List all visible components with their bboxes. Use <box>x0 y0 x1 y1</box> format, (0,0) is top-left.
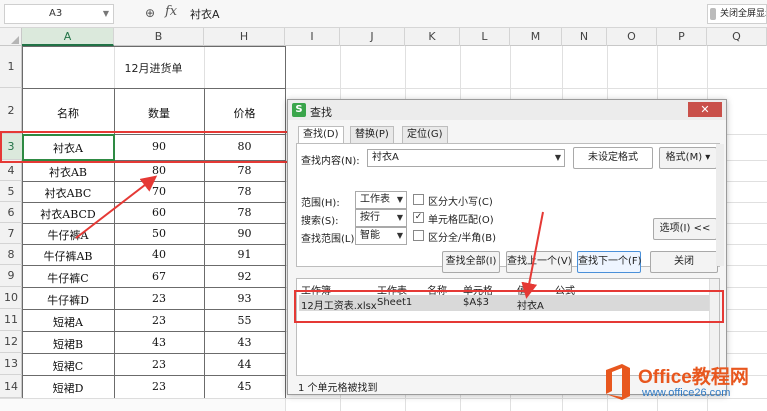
office-logo-icon <box>606 364 630 400</box>
watermark-url: www.office26.com <box>642 387 731 399</box>
annotation-arrow-left <box>75 175 158 239</box>
annotation-arrows <box>75 175 544 299</box>
watermark-title: Office教程网 <box>638 367 749 388</box>
annotation-arrow-right <box>521 211 544 299</box>
watermark: Office教程网 www.office26.com <box>602 360 767 410</box>
